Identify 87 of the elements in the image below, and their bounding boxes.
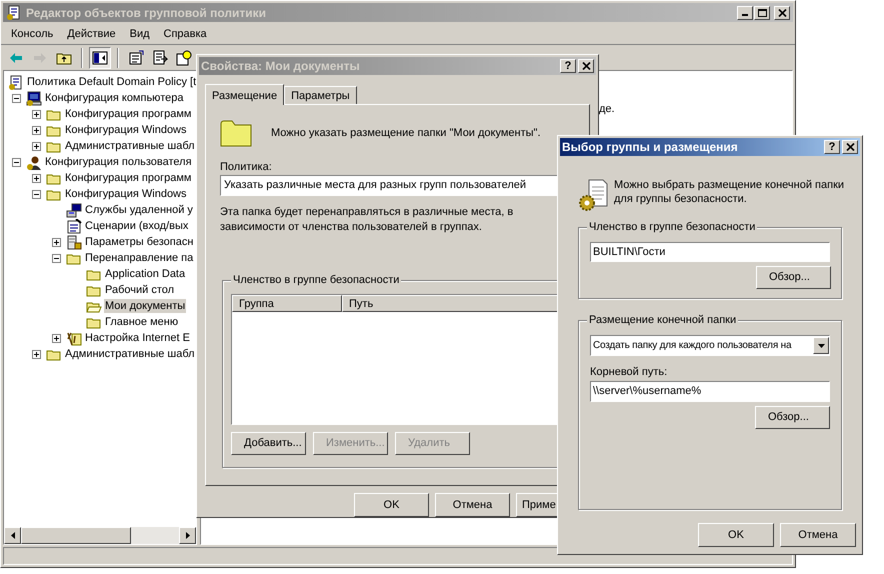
expand-icon[interactable]	[32, 174, 41, 182]
tree-item[interactable]: Конфигурация компьютера	[44, 91, 184, 105]
user-icon	[26, 154, 42, 170]
dialog-button[interactable]: OK	[698, 523, 774, 547]
dialog-button[interactable]: OK	[354, 493, 429, 517]
tab[interactable]: Размещение	[205, 84, 284, 105]
tree-item[interactable]: Рабочий стол	[104, 283, 176, 297]
pane-icon	[92, 50, 108, 66]
description-text: Эта папка будет перенаправляться в различные места, в зависимости от членства пользователей в группах.	[220, 205, 514, 235]
menu-item[interactable]: Действие	[60, 26, 123, 42]
close-icon	[778, 8, 786, 16]
close-button[interactable]	[842, 140, 858, 154]
dialog-title: Свойства: Мои документы	[201, 58, 360, 75]
collapse-icon[interactable]	[12, 158, 21, 166]
tree-item[interactable]: Параметры безопасн	[84, 235, 194, 249]
field-label: Политика:	[220, 160, 273, 174]
tree-item[interactable]: Конфигурация Windows	[64, 123, 188, 137]
tab[interactable]: Параметры	[284, 86, 357, 104]
tree-item[interactable]: Конфигурация Windows	[64, 187, 188, 201]
expand-icon[interactable]	[32, 126, 41, 134]
toolbar-button[interactable]	[89, 46, 111, 68]
info-text: Можно выбрать размещение конечной папки для группы безопасности.	[614, 178, 846, 206]
close-icon	[846, 143, 854, 151]
target-dropdown[interactable]: Создать папку для каждого пользователя на	[590, 335, 830, 356]
dialog-button[interactable]: Отмена	[435, 493, 510, 517]
script-icon	[66, 218, 82, 234]
right-arrow-icon	[186, 532, 190, 539]
maximize-icon	[758, 8, 766, 16]
left-arrow-icon	[10, 532, 14, 539]
tree-item[interactable]: Конфигурация программ	[64, 171, 192, 185]
close-button[interactable]	[774, 6, 790, 20]
help-button[interactable]: ?	[824, 140, 840, 154]
tree-item[interactable]: Службы удаленной у	[84, 203, 194, 217]
dialog-title: Выбор группы и размещения	[562, 139, 738, 156]
root-path-field[interactable]: \\server\%username%	[590, 381, 830, 402]
dialog-button[interactable]: Отмена	[780, 523, 856, 547]
tree-item[interactable]: Application Data	[104, 267, 186, 281]
menu-item[interactable]: Вид	[122, 26, 157, 42]
dialog-button[interactable]: Обзор...	[755, 406, 830, 429]
field-label: Корневой путь:	[590, 365, 668, 379]
service-icon	[66, 202, 82, 218]
dialog-button[interactable]: Обзор...	[756, 266, 831, 289]
close-button[interactable]	[578, 59, 594, 73]
help-button[interactable]: ?	[560, 59, 576, 73]
document-icon	[8, 74, 24, 90]
group-box-title: Членство в группе безопасности	[231, 273, 402, 287]
document-icon	[6, 5, 22, 20]
collapse-icon[interactable]	[52, 254, 61, 262]
server-icon	[66, 234, 82, 250]
expand-icon[interactable]	[32, 142, 41, 150]
group-box-title: Членство в группе безопасности	[587, 220, 758, 234]
tree-item[interactable]: Конфигурация программ	[64, 107, 192, 121]
tree-item[interactable]: Конфигурация пользователя	[44, 155, 193, 169]
tree-item[interactable]: Сценарии (вход/вых	[84, 219, 190, 233]
tree-item[interactable]: Перенаправление па	[84, 251, 194, 265]
document-icon	[128, 50, 144, 66]
info-text: Можно указать размещение папки "Мои документы".	[271, 126, 541, 141]
tree-item[interactable]: Настройка Internet E	[84, 331, 191, 345]
collapse-icon[interactable]	[32, 190, 41, 198]
computer-icon	[26, 90, 42, 106]
collapse-icon[interactable]	[12, 94, 21, 102]
minimize-button[interactable]	[737, 6, 753, 20]
maximize-button[interactable]	[754, 6, 770, 20]
caret-icon	[818, 344, 824, 348]
dialog-button[interactable]: Добавить...	[231, 432, 306, 455]
close-icon	[582, 62, 590, 70]
expand-icon[interactable]	[32, 110, 41, 118]
horizontal-scrollbar[interactable]	[4, 527, 196, 544]
group-name-field[interactable]: BUILTIN\Гости	[590, 242, 830, 262]
group-box-title: Размещение конечной папки	[587, 313, 738, 327]
menu-item[interactable]: Консоль	[4, 26, 60, 42]
dropdown-value: Создать папку для каждого пользователя на	[593, 339, 792, 353]
menu-item[interactable]: Справка	[156, 26, 214, 42]
window-title: Редактор объектов групповой политики	[26, 4, 266, 22]
tree-item[interactable]: Административные шабл	[64, 139, 196, 153]
details-text: де.	[599, 102, 615, 117]
expand-icon[interactable]	[52, 334, 61, 342]
tree-item[interactable]: Главное меню	[104, 315, 180, 329]
tree-item[interactable]: Административные шабл	[64, 347, 196, 361]
column-header[interactable]: Группа	[232, 295, 342, 312]
expand-icon[interactable]	[32, 350, 41, 358]
minimize-icon	[742, 14, 748, 16]
tree-item[interactable]: Мои документы	[104, 299, 186, 313]
tree-item[interactable]: Политика Default Domain Policy [t	[26, 75, 196, 89]
folder-icon	[220, 119, 253, 147]
list-icon	[152, 50, 168, 66]
expand-icon[interactable]	[52, 238, 61, 246]
